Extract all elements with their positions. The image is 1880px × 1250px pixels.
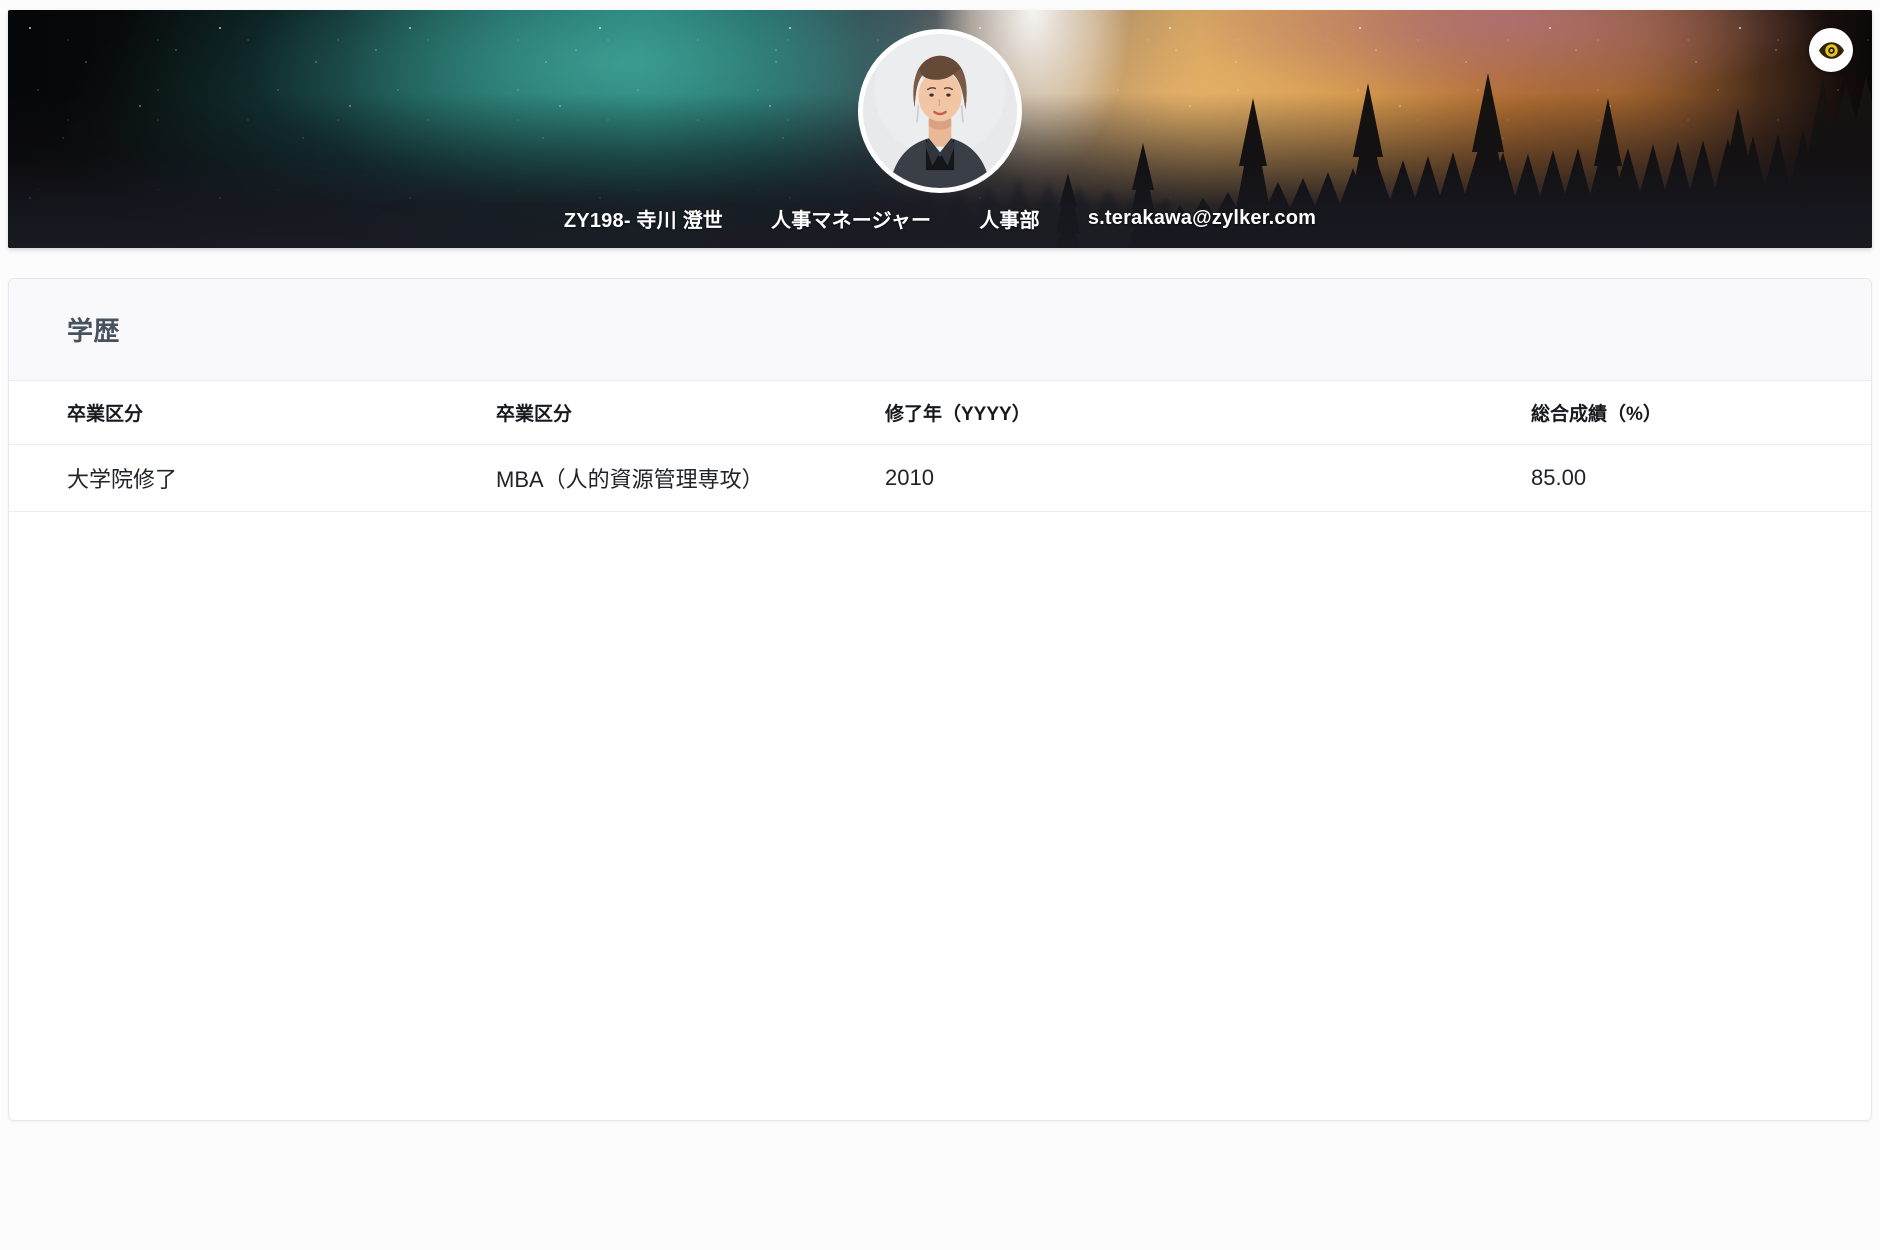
avatar[interactable] bbox=[858, 29, 1022, 193]
column-header-graduation-type: 卒業区分 bbox=[67, 404, 144, 425]
education-card: 学歴 卒業区分 卒業区分 修了年（YYYY） 総合成績（%） 大学院修了 MBA… bbox=[8, 278, 1872, 1121]
profile-cover-banner: ZY198- 寺川 澄世 人事マネージャー 人事部 s.terakawa@zyl… bbox=[8, 10, 1872, 248]
cell-graduation-type: 大学院修了 bbox=[67, 467, 178, 492]
employee-role: 人事マネージャー bbox=[771, 210, 932, 232]
column-header-completion-year: 修了年（YYYY） bbox=[885, 404, 1031, 425]
profile-visibility-button[interactable] bbox=[1809, 28, 1853, 72]
education-table-row[interactable]: 大学院修了 MBA（人的資源管理専攻） 2010 85.00 bbox=[9, 445, 1871, 512]
page: ZY198- 寺川 澄世 人事マネージャー 人事部 s.terakawa@zyl… bbox=[0, 0, 1880, 1121]
employee-id-name: ZY198- 寺川 澄世 bbox=[563, 210, 723, 232]
profile-summary-bar: ZY198- 寺川 澄世 人事マネージャー 人事部 s.terakawa@zyl… bbox=[8, 204, 1872, 233]
cell-overall-grade: 85.00 bbox=[1531, 465, 1587, 490]
column-header-graduation-type-2: 卒業区分 bbox=[496, 404, 573, 425]
employee-department: 人事部 bbox=[979, 210, 1040, 232]
eye-icon bbox=[1818, 41, 1844, 59]
education-table-header-row: 卒業区分 卒業区分 修了年（YYYY） 総合成績（%） bbox=[9, 381, 1871, 445]
column-header-overall-grade: 総合成績（%） bbox=[1531, 404, 1662, 425]
cell-major: MBA（人的資源管理専攻） bbox=[496, 467, 764, 492]
avatar-portrait bbox=[863, 34, 1017, 188]
education-card-header: 学歴 bbox=[9, 279, 1871, 381]
cell-completion-year: 2010 bbox=[885, 465, 934, 490]
section-title: 学歴 bbox=[67, 316, 121, 346]
employee-email: s.terakawa@zylker.com bbox=[1087, 207, 1317, 229]
